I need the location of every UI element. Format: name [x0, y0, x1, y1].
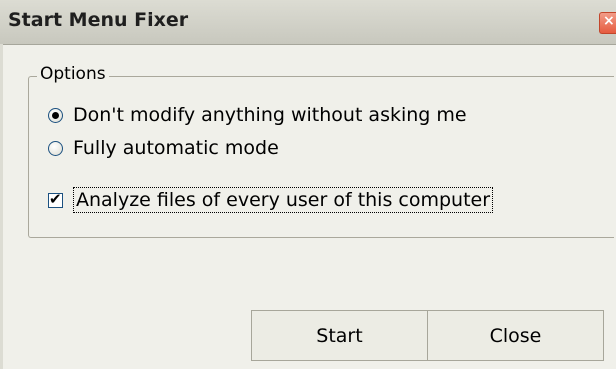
options-group-label: Options: [37, 64, 109, 84]
radio-unselected-icon[interactable]: [48, 140, 63, 156]
window-left-border: [0, 44, 3, 369]
radio-selected-icon[interactable]: [48, 107, 63, 123]
radio-dot: [52, 111, 59, 119]
radio-fully-automatic[interactable]: Fully automatic mode: [48, 136, 279, 160]
radio-dont-modify[interactable]: Don't modify anything without asking me: [48, 103, 467, 127]
start-button[interactable]: Start: [251, 310, 428, 361]
checkbox-analyze-label[interactable]: Analyze files of every user of this comp…: [73, 187, 494, 213]
close-window-button[interactable]: ×: [599, 12, 616, 34]
window-title: Start Menu Fixer: [8, 9, 189, 31]
checkbox-analyze-all-users[interactable]: ✔ Analyze files of every user of this co…: [48, 187, 494, 213]
close-icon: ×: [603, 13, 615, 29]
close-button[interactable]: Close: [427, 310, 604, 361]
radio-dont-modify-label[interactable]: Don't modify anything without asking me: [73, 104, 467, 126]
checkbox-checked-icon[interactable]: ✔: [48, 189, 63, 208]
start-menu-fixer-window: Start Menu Fixer × Options Don't modify …: [0, 0, 616, 369]
check-mark-icon: ✔: [49, 189, 62, 208]
radio-fully-automatic-label[interactable]: Fully automatic mode: [73, 137, 279, 159]
title-bar[interactable]: Start Menu Fixer ×: [0, 0, 616, 45]
